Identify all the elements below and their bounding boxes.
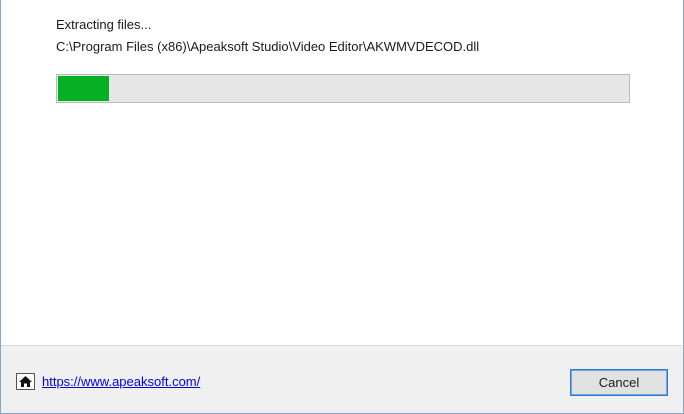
status-text: Extracting files... [56,17,152,32]
current-file-path: C:\Program Files (x86)\Apeaksoft Studio\… [56,39,480,54]
footer-bar: https://www.apeaksoft.com/ Cancel [1,346,683,413]
installer-window: Extracting files... C:\Program Files (x8… [0,0,684,414]
home-icon[interactable] [16,373,35,390]
progress-fill [58,76,110,101]
extraction-panel: Extracting files... C:\Program Files (x8… [1,0,683,345]
cancel-button[interactable]: Cancel [570,369,668,396]
website-link[interactable]: https://www.apeaksoft.com/ [42,374,200,390]
extraction-progress-bar [56,74,630,103]
